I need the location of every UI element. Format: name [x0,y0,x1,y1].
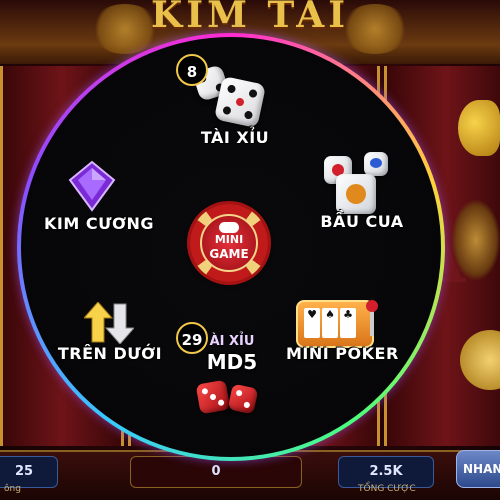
mini-game-line2: GAME [209,247,249,261]
mini-game-button[interactable]: MINI GAME [190,204,268,282]
win-display: 0 [130,456,302,488]
red-die-icon [227,383,259,415]
game-mini-poker[interactable]: ♥ ♠ ♣ MINI POKER [286,300,399,370]
red-die-icon [195,379,231,415]
bau-cua-die-icon [336,174,376,214]
tai-xiu-label: TÀI XỈU [200,128,270,147]
slot-title: KIM TÀI [150,0,350,36]
card-icon: ♥ [304,308,320,338]
tren-duoi-label: TRÊN DƯỚI [57,344,163,363]
mini-poker-label: MINI POKER [286,344,399,363]
kim-cuong-label: KIM CƯƠNG [44,214,154,233]
tai-xiu-badge: 8 [176,54,208,86]
lever-knob-icon [366,300,378,312]
game-bau-cua[interactable]: BẦU CUA [312,150,412,240]
md5-badge: 29 [176,322,208,354]
mini-game-chip-face: MINI GAME [200,214,258,272]
total-bet-label: TỔNG CƯỢC [358,484,416,494]
card-icon: ♠ [322,308,338,338]
game-kim-cuong[interactable]: KIM CƯƠNG [44,160,154,240]
gamepad-icon [219,222,239,233]
goldfish-symbol [458,100,500,156]
phoenix-symbol [452,200,500,280]
md5-label: MD5 [206,350,258,374]
mini-game-line1: MINI [214,233,244,246]
up-down-arrows-icon [84,302,134,344]
jackpot-label: ông [4,484,21,494]
game-tren-duoi[interactable]: TRÊN DƯỚI [52,302,168,372]
die-icon [213,75,267,129]
bau-cua-die-icon [364,152,388,176]
card-icon: ♣ [340,308,356,338]
diamond-icon [68,160,116,212]
bau-cua-label: BẦU CUA [320,212,404,231]
spin-button[interactable]: NHAN [456,450,500,488]
slot-machine-icon: ♥ ♠ ♣ [296,300,374,348]
